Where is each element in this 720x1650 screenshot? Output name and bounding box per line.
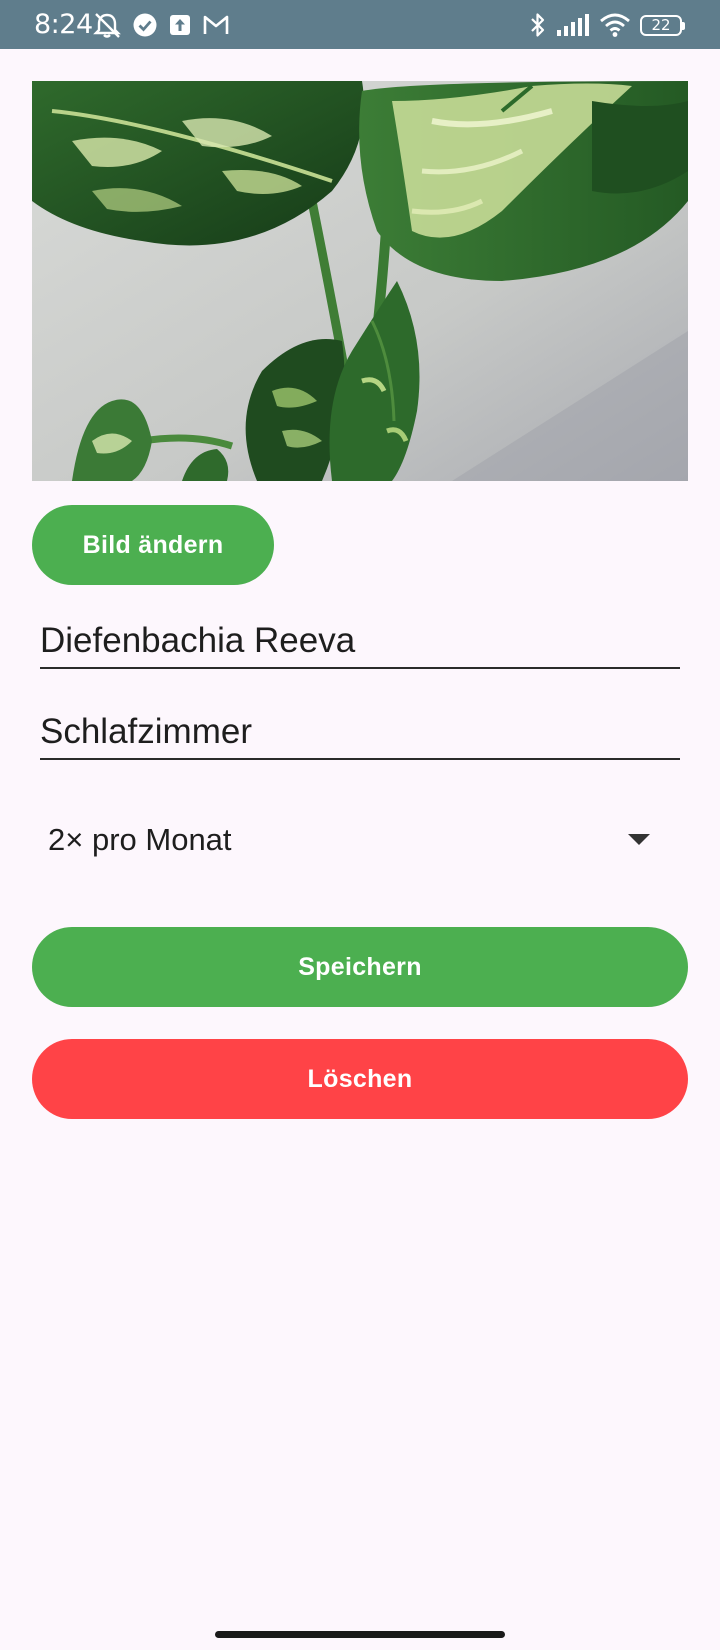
upload-icon: [168, 13, 192, 37]
delete-button[interactable]: Löschen: [32, 1039, 688, 1119]
status-time: 8:24: [34, 9, 93, 40]
status-left-icons: [92, 11, 230, 39]
plant-photo: [32, 81, 688, 481]
status-right-icons: 22: [529, 11, 685, 39]
change-image-button[interactable]: Bild ändern: [32, 505, 274, 585]
home-gesture-handle[interactable]: [215, 1631, 505, 1638]
watering-frequency-value: 2× pro Monat: [48, 822, 232, 857]
alarm-off-icon: [92, 11, 122, 39]
wifi-icon: [599, 13, 631, 37]
check-circle-icon: [132, 12, 158, 38]
bluetooth-icon: [529, 11, 547, 39]
signal-icon: [556, 13, 590, 37]
gmail-icon: [202, 14, 230, 36]
room-field[interactable]: [40, 706, 680, 760]
dropdown-arrow-icon: [628, 834, 650, 845]
watering-frequency-dropdown[interactable]: 2× pro Monat: [40, 812, 680, 868]
edit-plant-screen: 8:24 22 Bild ändern Diefenbachia Reeva S…: [0, 0, 720, 1650]
battery-icon: 22: [640, 14, 685, 36]
plant-name-field[interactable]: [40, 615, 680, 669]
save-button[interactable]: Speichern: [32, 927, 688, 1007]
status-bar: 8:24 22: [0, 0, 720, 49]
